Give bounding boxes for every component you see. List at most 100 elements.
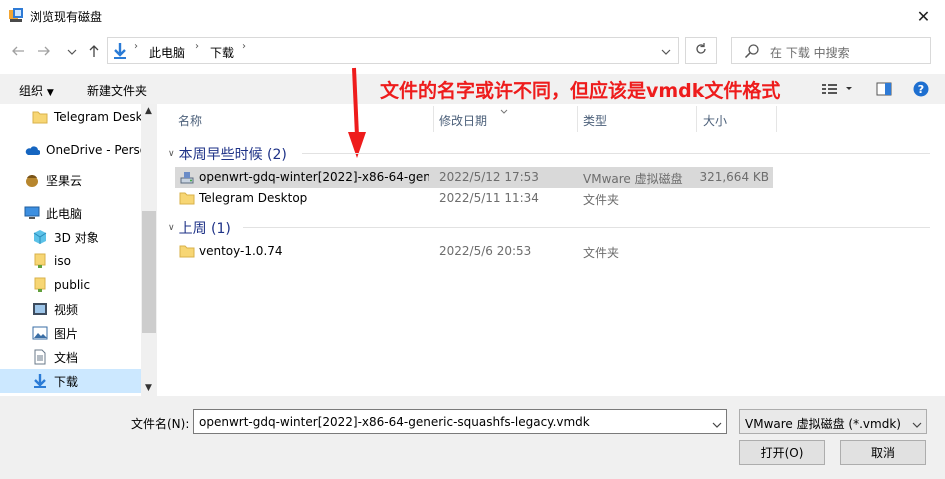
documents-icon [32,349,48,365]
folder-icon [32,109,48,125]
group-header-last-week[interactable]: ∨ 上周 (1) [168,218,231,238]
organize-button[interactable]: 组织 ▼ [19,82,54,99]
drive-folder-icon [32,277,48,293]
sidebar-item-label: 图片 [54,326,79,341]
chevron-down-icon[interactable] [712,418,722,432]
open-button[interactable]: 打开(O) [739,440,825,465]
svg-text:?: ? [918,83,924,96]
sidebar-item-label: Telegram Desktop [54,110,141,124]
preview-pane-icon [876,82,892,99]
forward-arrow-icon[interactable] [36,43,52,59]
group-header-label: 本周早些时候 (2) [178,147,287,163]
file-name: openwrt-gdq-winter[2022]-x86-64-generic-… [199,170,429,184]
onedrive-icon [24,142,40,158]
scroll-up-icon[interactable]: ▲ [145,106,152,116]
group-header-earlier-this-week[interactable]: ∨ 本周早些时候 (2) [168,144,287,164]
search-icon [744,43,760,62]
file-name: Telegram Desktop [199,191,308,205]
annotation-text: 文件的名字或许不同，但应该是vmdk文件格式 [380,80,781,102]
breadcrumb-downloads[interactable]: 下载 [210,44,234,61]
file-type: VMware 虚拟磁盘文件 [583,172,683,186]
sidebar-item-3d-objects[interactable]: 3D 对象 [0,225,141,249]
downloads-icon [32,373,48,389]
chevron-down-icon: ▼ [46,88,54,98]
sidebar-item-label: 3D 对象 [54,230,99,245]
filename-label: 文件名(N): [131,417,190,431]
sidebar-item-pictures[interactable]: 图片 [0,321,141,345]
filename-input[interactable]: openwrt-gdq-winter[2022]-x86-64-generic-… [193,409,727,434]
sidebar-item-label: 下载 [54,374,79,389]
computer-icon [24,205,40,221]
column-header-size[interactable]: 大小 [703,112,727,129]
file-date: 2022/5/6 20:53 [439,244,532,258]
file-date: 2022/5/11 11:34 [439,191,539,205]
file-name: ventoy-1.0.74 [199,244,283,258]
downloads-icon [112,42,128,63]
organize-label: 组织 [19,84,44,98]
navigation-pane[interactable]: Telegram Desktop OneDrive - Personal 坚果云… [0,104,157,396]
group-header-label: 上周 (1) [178,221,231,237]
sidebar-item-this-pc[interactable]: 此电脑 [0,201,141,225]
close-icon: ✕ [916,6,931,26]
help-button[interactable]: ? [913,81,929,100]
column-header-type[interactable]: 类型 [583,112,607,129]
sidebar-item-videos[interactable]: 视频 [0,297,141,321]
close-button[interactable]: ✕ [902,0,945,32]
filetype-select[interactable]: VMware 虚拟磁盘 (*.vmdk) [739,409,927,434]
sidebar-item-label: public [54,278,91,292]
chevron-down-icon: ∨ [168,149,175,159]
new-folder-button[interactable]: 新建文件夹 [87,82,147,99]
file-row-vmdk[interactable]: openwrt-gdq-winter[2022]-x86-64-generic-… [175,167,773,188]
chevron-down-icon: ∨ [168,223,175,233]
sidebar-item-telegram-desktop[interactable]: Telegram Desktop [0,105,141,129]
window-title: 浏览现有磁盘 [30,10,103,24]
sidebar-item-label: 文档 [54,350,79,365]
preview-pane-button[interactable] [876,82,892,99]
sort-indicator-icon [500,104,508,118]
sidebar-item-iso[interactable]: iso [0,249,141,273]
sidebar-item-label: 视频 [54,302,79,317]
file-size: 321,664 KB [699,170,769,184]
address-dropdown-chevron-icon[interactable] [661,46,671,60]
scroll-down-icon[interactable]: ▼ [145,383,152,393]
sidebar-item-label: iso [54,254,71,268]
file-row-ventoy[interactable]: ventoy-1.0.74 2022/5/6 20:53 文件夹 [175,241,773,262]
column-header-date[interactable]: 修改日期 [439,112,487,129]
up-arrow-icon[interactable] [86,43,102,59]
search-input[interactable]: 在 下载 中搜索 [731,37,931,64]
filetype-value: VMware 虚拟磁盘 (*.vmdk) [745,417,901,431]
cancel-button[interactable]: 取消 [840,440,926,465]
sidebar-scrollbar-thumb[interactable] [142,211,156,333]
sidebar-item-public[interactable]: public [0,273,141,297]
folder-icon [179,191,195,205]
filename-value: openwrt-gdq-winter[2022]-x86-64-generic-… [199,415,590,429]
folder-icon [179,244,195,258]
address-bar[interactable]: › 此电脑 › 下载 › [107,37,679,64]
refresh-button[interactable] [685,37,717,64]
drive-folder-icon [32,253,48,269]
breadcrumb-this-pc[interactable]: 此电脑 [149,44,185,61]
virtualbox-disk-icon [8,7,24,23]
annotation-arrow-icon [348,67,366,158]
sidebar-item-label: 坚果云 [46,173,83,188]
file-date: 2022/5/12 17:53 [439,170,539,184]
title-bar [0,0,945,32]
sidebar-item-downloads[interactable]: 下载 [0,369,141,393]
sidebar-item-label: OneDrive - Personal [46,143,141,157]
nutstore-icon [24,172,40,188]
back-arrow-icon[interactable] [10,43,26,59]
file-row-telegram-desktop[interactable]: Telegram Desktop 2022/5/11 11:34 文件夹 [175,188,773,209]
column-header-name[interactable]: 名称 [178,112,202,129]
view-options-button[interactable] [821,82,853,99]
file-type: 文件夹 [583,193,620,207]
vmdk-file-icon [179,170,195,184]
3d-objects-icon [32,229,48,245]
recent-locations-chevron-icon[interactable] [64,44,80,60]
file-type: 文件夹 [583,246,620,260]
sidebar-item-documents[interactable]: 文档 [0,345,141,369]
sidebar-item-onedrive[interactable]: OneDrive - Personal [0,138,141,162]
pictures-icon [32,325,48,341]
search-placeholder: 在 下载 中搜索 [770,46,850,60]
sidebar-item-nutstore[interactable]: 坚果云 [0,168,141,192]
refresh-icon [694,42,708,60]
